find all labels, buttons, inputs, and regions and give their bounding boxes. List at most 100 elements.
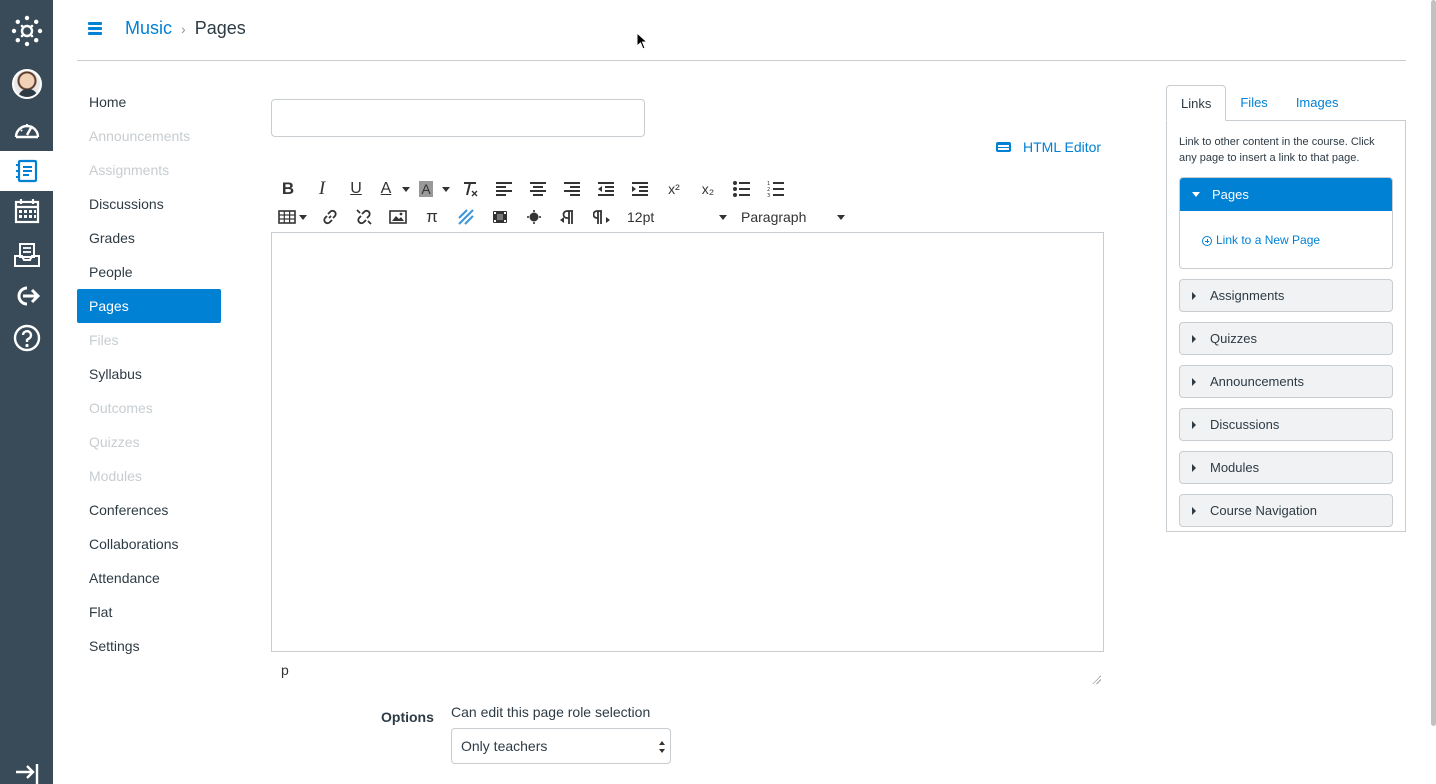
accordion-label: Course Navigation [1210,503,1317,518]
align-left-icon[interactable] [487,176,521,202]
page-scrollbar[interactable] [1431,0,1436,726]
calendar-icon[interactable] [0,191,53,231]
plus-circle-icon [1202,236,1212,246]
italic-button[interactable]: I [305,176,339,202]
clear-formatting-icon[interactable] [453,176,487,202]
course-nav-item-pages[interactable]: Pages [77,289,221,323]
courses-icon[interactable] [0,151,53,191]
chevron-down-icon [837,214,845,220]
editor-element-path[interactable]: p [281,662,289,678]
ltr-paragraph-icon[interactable] [551,204,585,230]
breadcrumb-separator-icon: › [181,20,186,37]
indent-icon[interactable] [623,176,657,202]
text-color-button[interactable]: A [373,176,399,202]
course-nav-item-assignments[interactable]: Assignments [77,153,221,187]
equation-button[interactable]: π [415,204,449,230]
accordion-quizzes[interactable]: Quizzes [1179,322,1393,355]
course-nav-item-discussions[interactable]: Discussions [77,187,221,221]
inbox-icon[interactable] [0,235,53,275]
font-size-select[interactable]: 12pt [619,204,733,230]
course-nav-item-conferences[interactable]: Conferences [77,493,221,527]
background-color-label: A [419,181,433,197]
course-nav: Home Announcements Assignments Discussio… [77,85,221,663]
record-media-icon[interactable] [483,204,517,230]
link-to-new-page[interactable]: Link to a New Page [1216,233,1320,247]
mouse-pointer-icon [636,32,648,50]
caret-right-icon [1192,377,1196,386]
background-color-dropdown[interactable] [439,176,453,202]
background-color-button[interactable]: A [413,176,439,202]
text-color-dropdown[interactable] [399,176,413,202]
commons-icon[interactable] [0,276,53,316]
links-panel: Link to other content in the course. Cli… [1166,120,1406,532]
course-nav-item-flat[interactable]: Flat [77,595,221,629]
role-selection-label: Can edit this page role selection [451,704,651,720]
accordion-announcements[interactable]: Announcements [1179,365,1393,398]
editing-roles-select[interactable]: Only teachers [451,728,671,764]
account-avatar-icon [11,69,42,99]
accordion-label: Modules [1210,460,1260,475]
align-center-icon[interactable] [521,176,555,202]
caret-right-icon [1192,506,1196,515]
help-icon[interactable] [0,318,53,358]
course-nav-item-settings[interactable]: Settings [77,629,221,663]
bullet-list-icon[interactable] [725,176,759,202]
global-nav [0,0,53,784]
resize-handle-icon[interactable] [1092,675,1101,684]
accordion-discussions[interactable]: Discussions [1179,408,1393,441]
accordion-pages-header[interactable]: Pages [1180,178,1392,211]
course-nav-item-collaborations[interactable]: Collaborations [77,527,221,561]
svg-text:3: 3 [767,193,770,197]
underline-button[interactable]: U [339,176,373,202]
dashboard-icon[interactable] [0,109,53,149]
link-icon[interactable] [313,204,347,230]
rich-content-editor-body[interactable] [271,232,1104,652]
breadcrumb-course-link[interactable]: Music [125,18,172,39]
accordion-label: Assignments [1210,288,1285,303]
course-nav-item-people[interactable]: People [77,255,221,289]
caret-right-icon [1192,420,1196,429]
bold-button[interactable]: B [271,176,305,202]
rtl-paragraph-icon[interactable] [585,204,619,230]
course-nav-item-grades[interactable]: Grades [77,221,221,255]
course-nav-item-announcements[interactable]: Announcements [77,119,221,153]
table-button[interactable] [271,204,313,230]
accessibility-checker-icon[interactable] [517,204,551,230]
course-nav-item-files[interactable]: Files [77,323,221,357]
outdent-icon[interactable] [589,176,623,202]
image-icon[interactable] [381,204,415,230]
numbered-list-icon[interactable]: 123 [759,176,793,202]
tab-links[interactable]: Links [1166,85,1227,121]
unlink-icon[interactable] [347,204,381,230]
collapse-nav-icon[interactable] [0,762,53,784]
tab-images[interactable]: Images [1282,85,1353,121]
accordion-pages-body: Link to a New Page [1180,211,1392,268]
page-title-input[interactable] [271,99,645,137]
accordion-assignments[interactable]: Assignments [1179,279,1393,312]
superscript-button[interactable]: x² [657,176,691,202]
html-editor-label: HTML Editor [1023,139,1102,155]
accordion-modules[interactable]: Modules [1179,451,1393,484]
links-description: Link to other content in the course. Cli… [1179,136,1375,164]
caret-right-icon [1192,463,1196,472]
content-sidebar: Links Files Images Link to other content… [1166,85,1406,532]
course-nav-item-modules[interactable]: Modules [77,459,221,493]
align-right-icon[interactable] [555,176,589,202]
table-icon [277,210,296,224]
course-nav-item-attendance[interactable]: Attendance [77,561,221,595]
accordion-course-navigation[interactable]: Course Navigation [1179,494,1393,527]
course-nav-item-quizzes[interactable]: Quizzes [77,425,221,459]
canvas-logo-icon[interactable] [0,11,53,51]
html-editor-toggle[interactable]: HTML Editor [996,139,1101,155]
tab-files[interactable]: Files [1226,85,1281,121]
hamburger-menu-icon[interactable] [88,22,102,36]
sidebar-tabs: Links Files Images [1166,85,1406,121]
media-embed-icon[interactable] [449,204,483,230]
accordion-label: Quizzes [1210,331,1257,346]
subscript-button[interactable]: x₂ [691,176,725,202]
block-format-select[interactable]: Paragraph [733,204,851,230]
course-nav-item-home[interactable]: Home [77,85,221,119]
course-nav-item-syllabus[interactable]: Syllabus [77,357,221,391]
course-nav-item-outcomes[interactable]: Outcomes [77,391,221,425]
account-nav-item[interactable] [0,64,53,104]
